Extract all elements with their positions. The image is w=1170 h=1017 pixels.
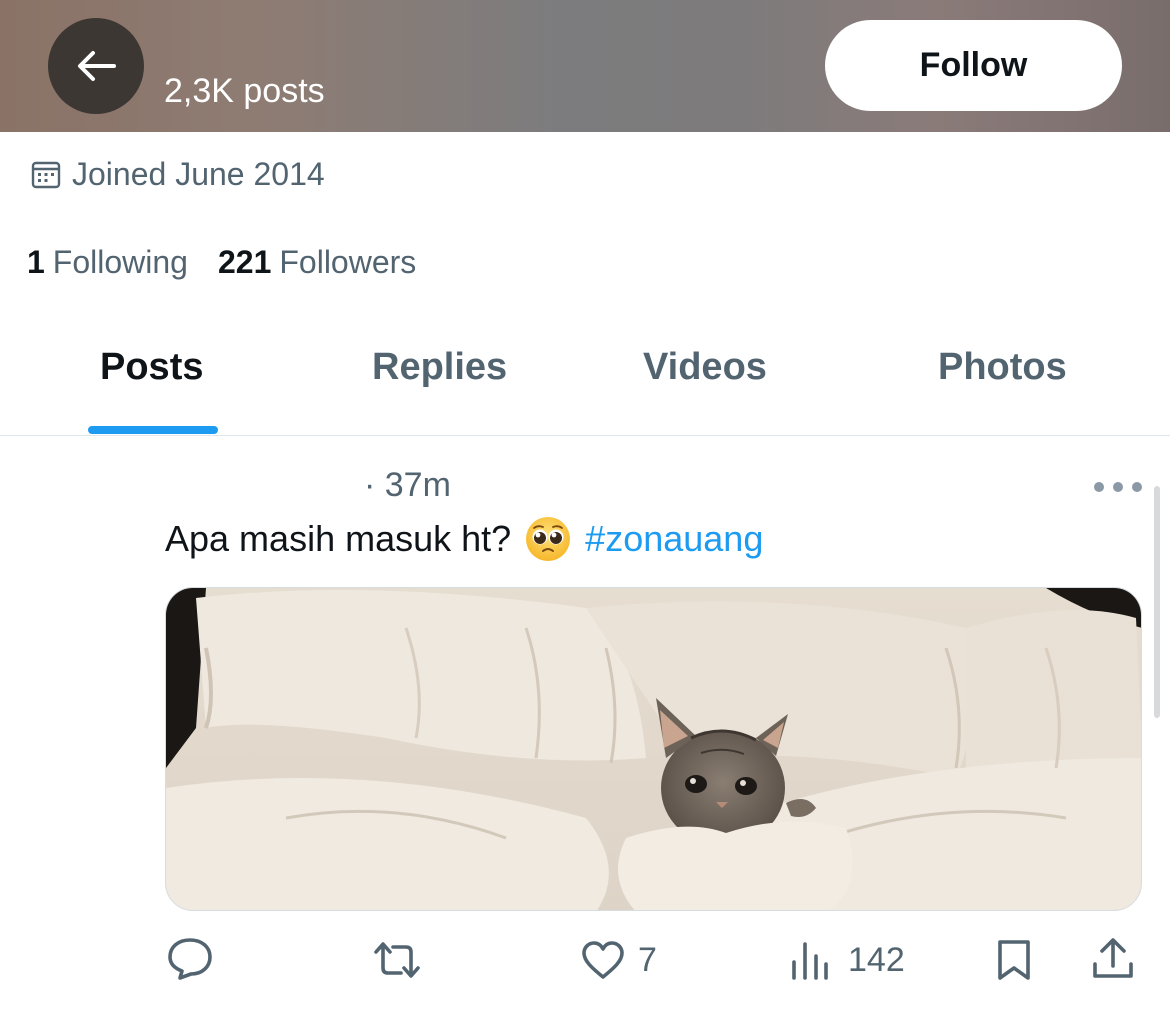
join-date: Joined June 2014: [30, 152, 325, 196]
tab-posts[interactable]: Posts: [100, 346, 203, 389]
views-button[interactable]: 142: [790, 940, 905, 980]
share-button[interactable]: [1090, 936, 1136, 982]
post-image[interactable]: [165, 587, 1142, 911]
repost-icon: [374, 942, 420, 978]
tab-photos[interactable]: Photos: [938, 346, 1067, 389]
scrollbar[interactable]: [1154, 486, 1160, 718]
more-dot-icon: [1113, 482, 1123, 492]
reply-button[interactable]: [166, 936, 214, 982]
kitten-photo: [166, 588, 1141, 910]
post-timestamp[interactable]: · 37m: [364, 466, 451, 505]
following-label: Following: [52, 243, 188, 280]
back-button[interactable]: [48, 18, 144, 114]
bookmark-icon: [998, 940, 1030, 980]
more-options-button[interactable]: [1094, 470, 1142, 504]
share-upload-icon: [1093, 938, 1133, 978]
profile-header-banner: 2,3K posts Follow: [0, 0, 1170, 132]
comment-icon: [168, 938, 212, 980]
pleading-face-emoji-icon: [526, 517, 571, 561]
post-action-bar: 7 142: [0, 936, 1170, 986]
following-link[interactable]: 1 Following: [27, 244, 188, 281]
follow-stats: 1 Following 221 Followers: [27, 240, 446, 284]
join-date-label: Joined June 2014: [72, 155, 325, 192]
follow-button[interactable]: Follow: [825, 20, 1122, 111]
following-count: 1: [27, 243, 45, 280]
followers-link[interactable]: 221 Followers: [218, 244, 416, 281]
arrow-left-icon: [78, 51, 116, 81]
tab-videos[interactable]: Videos: [643, 346, 767, 389]
hashtag-link[interactable]: #zonauang: [585, 518, 763, 560]
active-tab-indicator: [88, 426, 218, 434]
post-body: Apa masih masuk ht?: [165, 518, 512, 559]
post-text: Apa masih masuk ht? #zonauang: [165, 516, 763, 562]
repost-button[interactable]: [370, 940, 424, 980]
analytics-bar-icon: [792, 942, 828, 980]
more-dot-icon: [1094, 482, 1104, 492]
post-count: 2,3K posts: [164, 72, 325, 110]
followers-count: 221: [217, 243, 272, 280]
like-count: 7: [638, 940, 657, 979]
profile-tabs: Posts Replies Videos Photos: [0, 330, 1170, 436]
view-count: 142: [848, 940, 905, 979]
tab-replies[interactable]: Replies: [372, 346, 507, 389]
followers-label: Followers: [279, 243, 417, 280]
more-dot-icon: [1132, 482, 1142, 492]
heart-icon: [582, 941, 624, 979]
calendar-icon: [31, 161, 61, 189]
like-button[interactable]: 7: [580, 940, 657, 980]
bookmark-button[interactable]: [996, 938, 1032, 982]
